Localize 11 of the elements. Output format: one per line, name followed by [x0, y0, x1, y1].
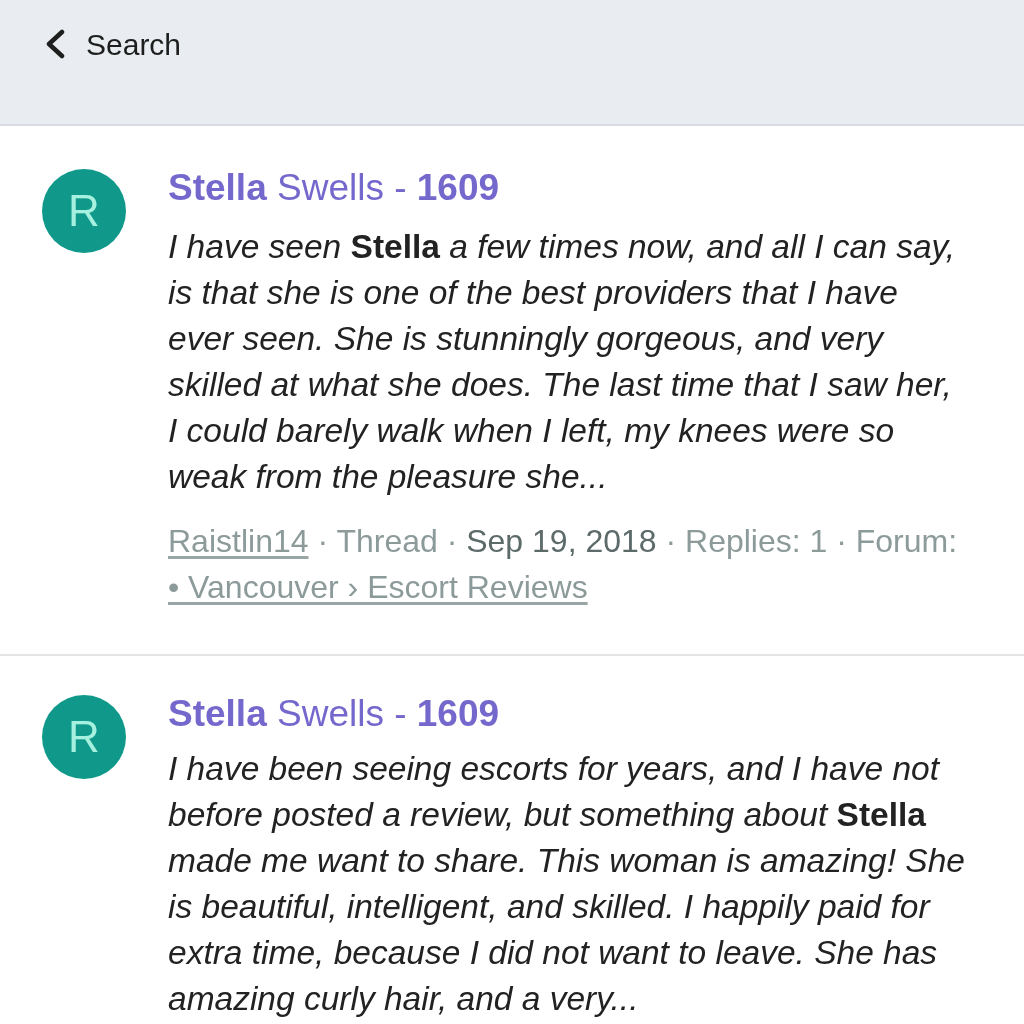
result-snippet: I have been seeing escorts for years, and I have not before posted a review, but something about Stella made me want to share. This woman is amazing! She is beautiful, intelligent, and skilled. I happily paid for extra time, because I did not want to leave. She has amazing curly hair, and a very...	[168, 749, 966, 1019]
result-meta: Raistlin14 · Thread · Sep 19, 2018 · Replies: 1 · Forum: • Vancouver › Escort Reviews	[168, 522, 959, 607]
forum-link[interactable]: • Vancouver › Escort Reviews	[168, 569, 588, 605]
chevron-left-icon	[44, 29, 66, 59]
author-link[interactable]: Raistlin14	[168, 523, 309, 559]
avatar: R	[42, 695, 126, 779]
back-button[interactable]: Search	[44, 22, 182, 66]
result-snippet: I have seen Stella a few times now, and all I can say, is that she is one of the best providers that I have ever seen. She is stunningly gorgeous, and very skilled at what she does. The last time that I saw her, I could barely walk when I left, my knees were so weak from the pleasure she...	[168, 227, 957, 497]
result-title[interactable]: Stella Swells - 1609	[168, 166, 500, 210]
avatar: R	[42, 169, 126, 253]
result-title[interactable]: Stella Swells - 1609	[168, 692, 500, 736]
